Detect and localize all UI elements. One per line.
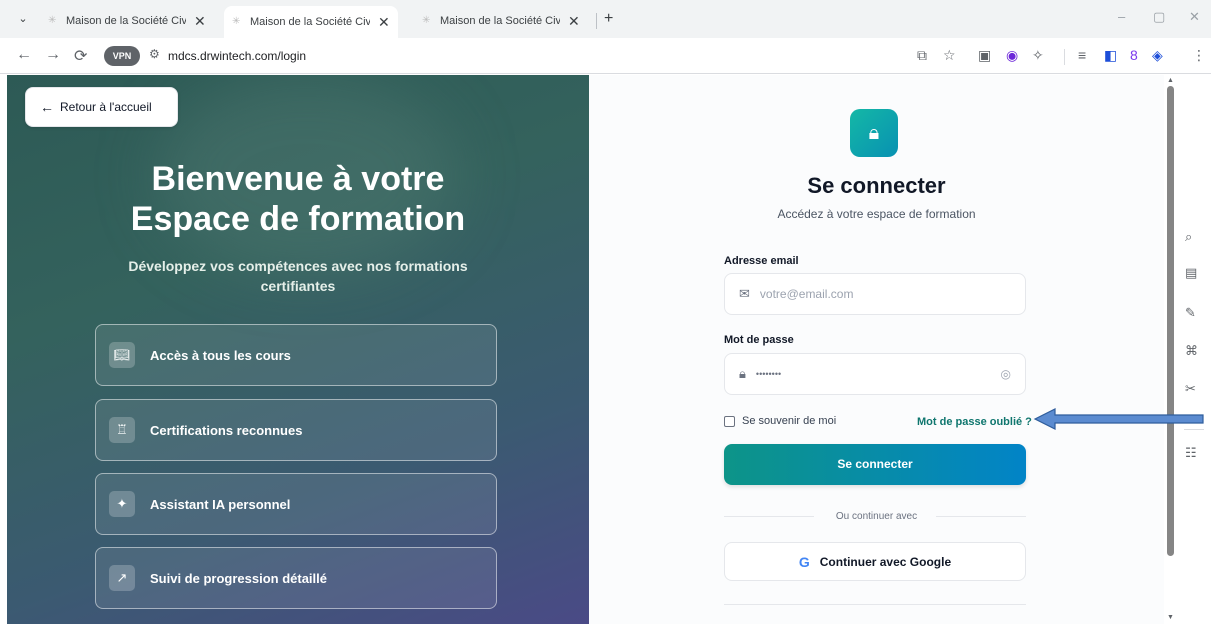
toolbar-separator — [1064, 49, 1065, 65]
page-content: ← Retour à l'accueil Bienvenue à votre E… — [0, 75, 1211, 624]
remember-checkbox[interactable] — [724, 415, 735, 427]
scrollbar-thumb[interactable] — [1167, 86, 1174, 556]
login-submit-button[interactable]: Se connecter — [724, 444, 1026, 485]
hero-title-line2: Espace de formation — [130, 200, 466, 238]
scroll-down-arrow-icon[interactable]: ▼ — [1167, 614, 1174, 621]
vpn-badge[interactable]: VPN — [104, 46, 140, 66]
profile-avatar-icon[interactable]: 8 — [1130, 47, 1138, 63]
install-app-icon[interactable]: ⧉ — [917, 47, 927, 64]
divider-text: Ou continuer avec — [835, 511, 918, 522]
hero-subtitle-line1: Développez vos compétences avec nos form… — [128, 258, 468, 274]
arrow-left-icon: ← — [40, 99, 54, 115]
extension-youtube-icon[interactable]: ▣ — [978, 47, 991, 64]
mail-icon: ✉ — [739, 286, 750, 301]
browser-menu-icon[interactable]: ⋮ — [1192, 47, 1206, 64]
new-tab-button[interactable]: + — [604, 10, 613, 28]
lock-icon: 🔒︎ — [850, 109, 898, 157]
annotation-arrow — [1033, 408, 1204, 430]
forgot-password-link[interactable]: Mot de passe oublié ? — [917, 416, 1032, 428]
remember-me[interactable]: Se souvenir de moi — [724, 415, 836, 427]
login-subtitle: Accédez à votre espace de formation — [777, 207, 976, 221]
reading-list-icon[interactable]: ≡ — [1078, 47, 1086, 63]
back-home-button[interactable]: ← Retour à l'accueil — [25, 87, 178, 127]
customize-sliders-icon[interactable]: ☷ — [1185, 445, 1197, 461]
tab-title: Maison de la Société Civile - Pla — [440, 15, 560, 27]
forward-button[interactable]: → — [45, 46, 61, 64]
login-title: Se connecter — [807, 173, 946, 198]
tab-title: Maison de la Société Civile - Pla — [66, 15, 186, 27]
hero-title: Bienvenue à votre Espace de formation — [7, 159, 589, 239]
minimize-button[interactable]: – — [1118, 9, 1125, 24]
hero-panel: ← Retour à l'accueil Bienvenue à votre E… — [7, 75, 589, 624]
side-panel-icon[interactable]: ◧ — [1104, 47, 1117, 64]
vpn-shield-icon[interactable]: ◈ — [1152, 47, 1163, 64]
favicon-icon: ✳ — [48, 15, 57, 26]
feature-label: Certifications reconnues — [150, 422, 303, 438]
trending-up-icon: ↗ — [109, 565, 135, 591]
tab-close-icon[interactable]: ✕ — [194, 13, 206, 30]
email-label: Adresse email — [724, 255, 799, 267]
favicon-icon: ✳ — [232, 16, 241, 27]
address-bar[interactable]: mdcs.drwintech.com/login — [168, 49, 306, 63]
google-icon: G — [798, 553, 810, 570]
tools-icon[interactable]: ✂ — [1185, 381, 1196, 397]
tab-bar: ⌄ ✳ Maison de la Société Civile - Pla ✕ … — [0, 0, 1211, 38]
book-icon: 📖︎ — [109, 342, 135, 368]
tab-separator — [596, 13, 597, 29]
favicon-icon: ✳ — [422, 15, 431, 26]
sparkles-icon: ✦ — [109, 491, 135, 517]
password-label: Mot de passe — [724, 334, 794, 346]
tab-search-chevron-icon[interactable]: ⌄ — [14, 11, 32, 27]
browser-tab-1[interactable]: ✳ Maison de la Société Civile - Pla ✕ — [40, 8, 214, 34]
browser-toolbar: ← → ⟳ VPN ⚙ mdcs.drwintech.com/login ⧉ ☆… — [0, 38, 1211, 74]
password-value: •••••••• — [755, 369, 782, 379]
tab-close-icon[interactable]: ✕ — [568, 13, 580, 30]
tab-close-icon[interactable]: ✕ — [378, 14, 390, 31]
hero-title-line1: Bienvenue à votre — [151, 160, 445, 198]
remember-label: Se souvenir de moi — [742, 415, 837, 427]
lock-small-icon: 🔒︎ — [739, 366, 746, 381]
email-field[interactable]: ✉ votre@email.com — [724, 273, 1026, 315]
scroll-up-arrow-icon[interactable]: ▲ — [1167, 77, 1174, 84]
password-field[interactable]: 🔒︎ •••••••• ◎ — [724, 353, 1026, 395]
site-info-icon[interactable]: ⚙ — [149, 47, 160, 61]
hero-subtitle: Développez vos compétences avec nos form… — [7, 256, 589, 296]
browser-tab-3[interactable]: ✳ Maison de la Société Civile - Pla ✕ — [414, 8, 588, 34]
close-window-button[interactable]: ✕ — [1189, 9, 1200, 25]
eye-icon[interactable]: ◎ — [1001, 367, 1011, 381]
email-placeholder: votre@email.com — [759, 287, 854, 301]
calculator-icon[interactable]: ▤ — [1185, 265, 1197, 281]
feature-label: Suivi de progression détaillé — [150, 570, 327, 586]
restore-button[interactable]: ▢ — [1153, 9, 1165, 25]
extension-shield-icon[interactable]: ◉ — [1006, 47, 1018, 64]
hero-subtitle-line2: certifiantes — [260, 278, 336, 294]
google-label: Continuer avec Google — [819, 554, 952, 569]
feature-card-certifications: ♖ Certifications reconnues — [95, 399, 497, 461]
feature-label: Accès à tous les cours — [150, 347, 291, 363]
feature-card-progress: ↗ Suivi de progression détaillé — [95, 547, 497, 609]
edit-note-icon[interactable]: ✎ — [1185, 305, 1196, 321]
footer-divider — [724, 604, 1026, 605]
extensions-puzzle-icon[interactable]: ✧ — [1032, 47, 1044, 64]
bookmark-star-icon[interactable]: ☆ — [943, 47, 956, 64]
feature-card-ai-assistant: ✦ Assistant IA personnel — [95, 473, 497, 535]
tab-title: Maison de la Société Civile - Pla — [250, 16, 370, 28]
award-icon: ♖ — [109, 417, 135, 443]
google-login-button[interactable]: G Continuer avec Google — [724, 542, 1026, 581]
browser-tab-2[interactable]: ✳ Maison de la Société Civile - Pla ✕ — [224, 6, 398, 38]
gamepad-icon[interactable]: ⌘ — [1185, 343, 1198, 359]
back-home-label: Retour à l'accueil — [60, 100, 152, 114]
feature-label: Assistant IA personnel — [150, 496, 291, 512]
back-button[interactable]: ← — [16, 46, 32, 64]
reload-button[interactable]: ⟳ — [74, 46, 87, 66]
feature-card-courses: 📖︎ Accès à tous les cours — [95, 324, 497, 386]
search-page-icon[interactable]: ⌕ — [1185, 229, 1192, 245]
login-panel: 🔒︎ Se connecter Accédez à votre espace d… — [589, 75, 1164, 624]
